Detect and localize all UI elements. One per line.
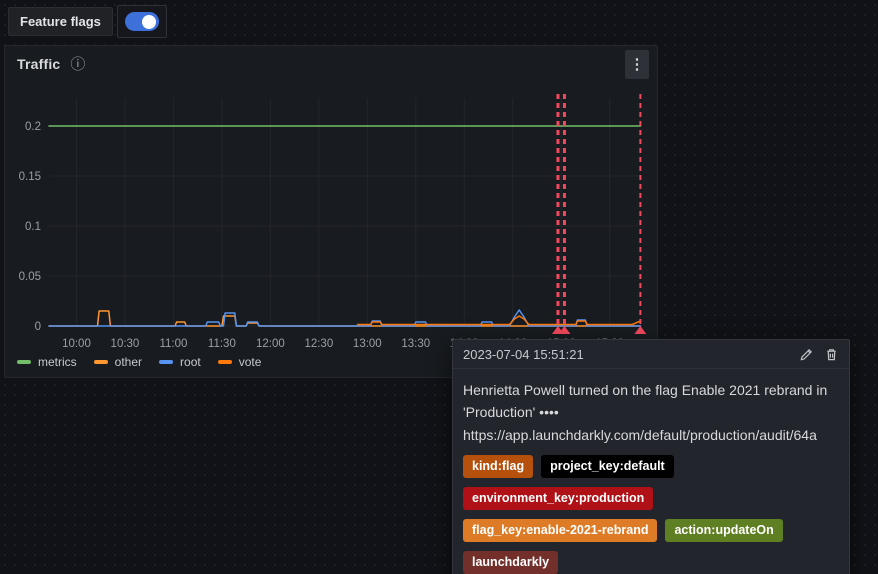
toggle-knob (142, 15, 156, 29)
chart-legend: metrics other root vote (17, 355, 261, 369)
annotation-message: Henrietta Powell turned on the flag Enab… (463, 379, 839, 424)
svg-text:0.05: 0.05 (19, 271, 41, 283)
delete-annotation-icon[interactable] (824, 347, 839, 362)
svg-text:11:30: 11:30 (208, 338, 236, 350)
toggle-switch-icon[interactable] (125, 12, 159, 31)
legend-item-metrics[interactable]: metrics (17, 355, 77, 369)
legend-item-vote[interactable]: vote (218, 355, 262, 369)
svg-text:10:00: 10:00 (62, 338, 91, 350)
tag-pill: project_key:default (541, 455, 674, 478)
legend-color-icon (94, 360, 108, 364)
svg-text:11:00: 11:00 (159, 338, 187, 350)
svg-text:12:00: 12:00 (256, 338, 285, 350)
tag-pill: flag_key:enable-2021-rebrand (463, 519, 657, 542)
traffic-chart[interactable]: 10:00 10:30 11:00 11:30 12:00 12:30 13:00 13:30… (5, 46, 657, 377)
svg-text:0.15: 0.15 (19, 171, 41, 183)
edit-annotation-icon[interactable] (799, 347, 814, 362)
svg-text:0: 0 (35, 321, 41, 333)
legend-label: other (115, 355, 142, 369)
tag-pill: kind:flag (463, 455, 533, 478)
legend-label: metrics (38, 355, 77, 369)
panel-title: Traffic (17, 56, 60, 72)
svg-text:10:30: 10:30 (111, 338, 140, 350)
legend-item-root[interactable]: root (159, 355, 201, 369)
legend-label: root (180, 355, 201, 369)
legend-label: vote (239, 355, 262, 369)
svg-text:0.1: 0.1 (25, 221, 41, 233)
panel-menu-button[interactable]: ⋮ (625, 50, 649, 79)
annotation-tooltip: 2023-07-04 15:51:21 Henrietta Powell tur… (452, 339, 850, 574)
feature-flags-toggle[interactable] (117, 5, 167, 38)
svg-text:13:00: 13:00 (353, 338, 382, 350)
svg-text:13:30: 13:30 (401, 338, 430, 350)
dashboard-submenu: Feature flags (8, 5, 167, 38)
legend-color-icon (218, 360, 232, 364)
svg-text:0.2: 0.2 (25, 121, 41, 133)
legend-color-icon (17, 360, 31, 364)
annotation-timestamp: 2023-07-04 15:51:21 (463, 347, 584, 362)
annotation-tooltip-header: 2023-07-04 15:51:21 (453, 340, 849, 369)
info-icon[interactable]: ⓘ (70, 57, 85, 72)
panel-header: Traffic ⓘ ⋮ (5, 46, 657, 82)
feature-flags-label: Feature flags (8, 7, 113, 36)
svg-text:12:30: 12:30 (304, 338, 333, 350)
legend-item-other[interactable]: other (94, 355, 142, 369)
tag-pill: launchdarkly (463, 551, 558, 574)
annotation-url: https://app.launchdarkly.com/default/pro… (463, 424, 839, 446)
annotation-tags: kind:flag project_key:default environment_… (463, 455, 839, 574)
annotation-tooltip-body: Henrietta Powell turned on the flag Enab… (453, 369, 849, 574)
kebab-icon: ⋮ (630, 55, 645, 73)
legend-color-icon (159, 360, 173, 364)
traffic-panel: 10:00 10:30 11:00 11:30 12:00 12:30 13:00 13:30… (4, 45, 658, 378)
tag-pill: action:updateOn (665, 519, 782, 542)
tag-pill: environment_key:production (463, 487, 653, 510)
